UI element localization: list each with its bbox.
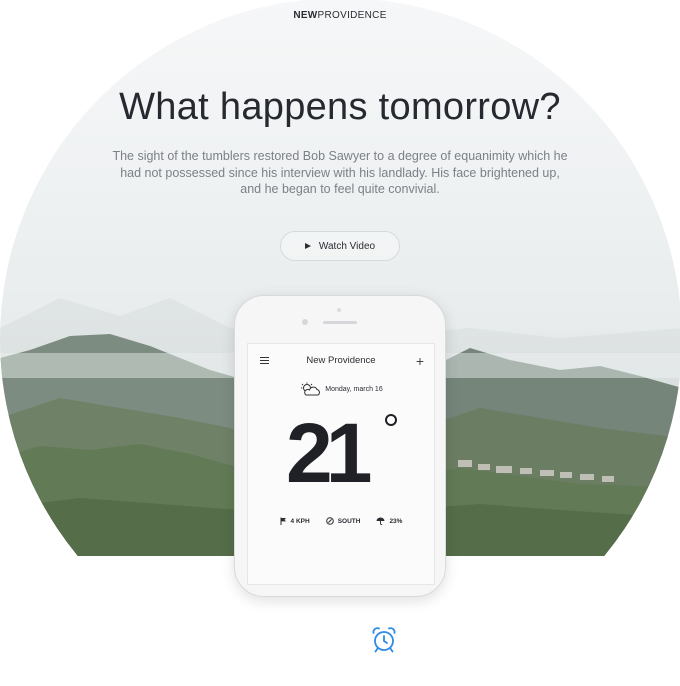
partly-cloudy-icon [301, 382, 321, 396]
umbrella-icon [376, 517, 385, 525]
app-header: New Providence + [248, 354, 434, 370]
rain-chance-value: 23% [389, 517, 403, 525]
rain-chance-stat: 23% [376, 517, 402, 525]
phone-sensor [337, 308, 341, 312]
compass-icon [325, 517, 334, 525]
date-row: Monday, march 16 [248, 382, 434, 396]
watch-video-button[interactable]: Watch Video [280, 231, 400, 261]
wind-speed-stat: 4 KPH [280, 517, 310, 525]
degree-symbol [385, 414, 397, 426]
hero-lead-text: The sight of the tumblers restored Bob S… [112, 149, 568, 196]
phone-mockup: New Providence + Monday, march 16 21 4 K… [234, 295, 446, 597]
phone-screen: New Providence + Monday, march 16 21 4 K… [247, 343, 435, 585]
phone-camera [302, 319, 308, 325]
phone-speaker [323, 321, 357, 324]
flag-icon [280, 517, 286, 525]
temperature-value: 21 [286, 406, 372, 500]
watch-video-label: Watch Video [318, 240, 376, 252]
wind-direction-value: SOUTH [337, 517, 361, 525]
plus-icon[interactable]: + [416, 354, 424, 368]
hero-headline: What happens tomorrow? [119, 86, 561, 128]
date-label: Monday, march 16 [325, 385, 383, 393]
wind-speed-value: 4 KPH [290, 517, 310, 525]
play-icon [304, 243, 311, 249]
brand-logo[interactable]: NEWPROVIDENCE [0, 10, 680, 21]
weather-stats: 4 KPH SOUTH 23% [248, 517, 434, 525]
app-title: New Providence [306, 355, 376, 366]
wind-direction-stat: SOUTH [325, 517, 361, 525]
alarm-clock-icon [372, 627, 396, 653]
